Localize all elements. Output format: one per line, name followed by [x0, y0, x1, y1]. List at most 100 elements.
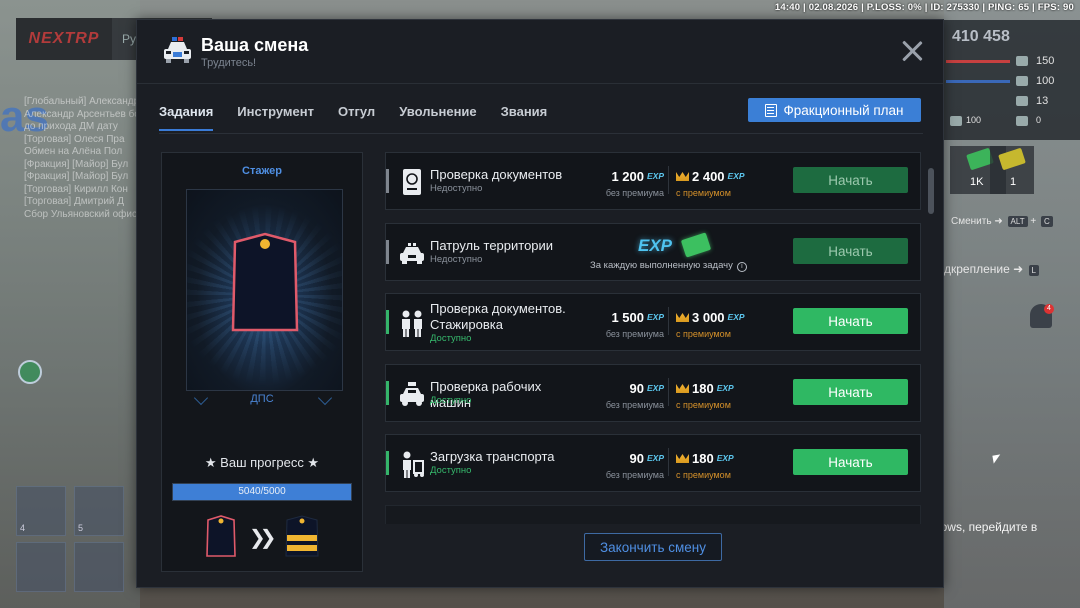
- tab-ranks[interactable]: Звания: [501, 104, 548, 131]
- notification-count-badge: 4: [1044, 304, 1054, 314]
- premium-reward-value: 3 000: [692, 310, 725, 325]
- document-list-icon: [765, 103, 778, 117]
- inventory-slot: [16, 542, 66, 592]
- premium-reward-caption: с премиумом: [676, 188, 731, 198]
- task-row-partial: [385, 505, 921, 524]
- task-row: Проверка рабочих машин Доступно 90 EXP бе…: [385, 364, 921, 422]
- base-reward-caption: без премиума: [605, 400, 664, 410]
- inventory-slot: 5: [74, 486, 124, 536]
- start-task-button[interactable]: Начать: [793, 379, 908, 405]
- armor-value: 100: [1036, 75, 1055, 87]
- chat-line: [Торговая] Олеся Пра: [24, 133, 125, 145]
- faction-plan-button[interactable]: Фракционный план: [748, 98, 921, 122]
- rank-progress-text: 5040/5000: [238, 486, 286, 497]
- health-bar: [946, 60, 1010, 63]
- close-icon[interactable]: [901, 40, 923, 62]
- status-bar: 14:40 | 02.08.2026 | P.LOSS: 0% | ID: 27…: [774, 2, 1074, 13]
- chat-log: [Глобальный] Александр Александр Арсентье…: [24, 96, 144, 221]
- current-rank-icon: [206, 515, 236, 557]
- modal-title: Ваша смена: [201, 35, 309, 55]
- server-logo-text: NEXTRP: [28, 30, 100, 47]
- police-car-icon: [398, 238, 426, 268]
- chat-line: [Торговая] Кирилл Кон: [24, 183, 128, 195]
- base-reward-value: 90: [629, 451, 644, 466]
- base-reward-caption: без премиума: [605, 329, 664, 339]
- chat-line: Сбор Ульяновский офис: [24, 208, 137, 220]
- tabs-divider: [159, 133, 923, 134]
- exp-tag: EXP: [727, 171, 745, 181]
- premium-reward-caption: с премиумом: [676, 329, 731, 339]
- key-c: C: [1040, 216, 1053, 227]
- rank-panel: Стажер ДПС ★ Ваш прогресс ★ 5040/5000 ❯❯: [161, 152, 363, 572]
- crown-icon: [676, 384, 689, 393]
- task-status: Недоступно: [430, 183, 483, 194]
- start-task-button[interactable]: Начать: [793, 449, 908, 475]
- base-reward: 1 500 EXP без премиума: [590, 309, 664, 339]
- cash-value: 1K: [970, 176, 984, 188]
- tab-dismissal[interactable]: Увольнение: [399, 104, 476, 131]
- tab-day-off[interactable]: Отгул: [338, 104, 375, 131]
- tab-tasks[interactable]: Задания: [159, 104, 214, 131]
- hunger-icon: [1016, 96, 1028, 106]
- chat-line: [Фракция] [Майор] Бул: [24, 158, 129, 170]
- rank-department: ДПС: [250, 393, 274, 405]
- chat-line: до прихода ДМ дату: [24, 121, 118, 132]
- chat-line: Обмен на Алёна Пол: [24, 146, 123, 157]
- exp-tag: EXP: [646, 171, 664, 181]
- premium-reward: 180 EXP с премиумом: [676, 380, 734, 410]
- task-name: Проверка документов. Стажировка: [430, 301, 566, 332]
- task-row: Патруль территории Недоступно EXP За каж…: [385, 223, 921, 281]
- faction-plan-label: Фракционный план: [783, 102, 904, 118]
- wanted-value: 0: [1036, 115, 1042, 125]
- info-icon[interactable]: i: [736, 262, 747, 272]
- premium-reward-caption: с премиумом: [676, 470, 731, 480]
- mouse-cursor: [992, 454, 1002, 464]
- start-task-button[interactable]: Начать: [793, 308, 908, 334]
- health-value: 150: [1036, 55, 1055, 67]
- crown-icon: [676, 172, 689, 181]
- chat-line: [Глобальный] Александр: [24, 96, 140, 107]
- task-list-scrollbar[interactable]: [928, 168, 934, 214]
- reward-divider: [668, 307, 669, 335]
- premium-reward-caption: с премиумом: [676, 400, 731, 410]
- task-status-marker: [386, 169, 389, 193]
- wanted-shield-icon: [1016, 116, 1028, 126]
- task-status: Доступно: [430, 333, 472, 344]
- passport-icon: [398, 167, 426, 197]
- chat-line: [Фракция] [Майор] Бул: [24, 171, 129, 182]
- per-task-caption-text: За каждую выполненную задачу: [590, 260, 733, 271]
- finish-shift-button[interactable]: Закончить смену: [584, 533, 722, 561]
- premium-reward-value: 180: [692, 381, 714, 396]
- rank-card: [186, 189, 343, 391]
- reinforce-hint: дкрепление ➜ L: [944, 262, 1039, 276]
- rank-progress-bar: 5040/5000: [172, 483, 352, 501]
- task-status-marker: [386, 240, 389, 264]
- change-hint: Сменить ➜ ALT + C: [951, 216, 1053, 227]
- inventory-slot: [74, 542, 124, 592]
- exp-tag: EXP: [646, 453, 664, 463]
- green-zone-icon: [18, 360, 42, 384]
- task-name: Загрузка транспорта: [430, 449, 555, 464]
- modal-tabs: Задания Инструмент Отгул Увольнение Зван…: [159, 104, 571, 131]
- key-alt: ALT: [1007, 216, 1028, 227]
- chat-line: Александр Арсентьев бо: [24, 108, 140, 120]
- reward-divider: [668, 166, 669, 194]
- premium-reward-value: 180: [692, 451, 714, 466]
- task-status-marker: [386, 451, 389, 475]
- bank-slot: 1: [990, 146, 1034, 194]
- premium-reward-value: 2 400: [692, 169, 725, 184]
- task-row: Проверка документов Недоступно 1 200 EXP …: [385, 152, 921, 210]
- exp-tag: EXP: [646, 312, 664, 322]
- task-status-marker: [386, 381, 389, 405]
- rank-up-arrows-icon: ❯❯: [249, 525, 276, 549]
- modal-subtitle: Трудитесь!: [201, 57, 257, 69]
- start-task-button[interactable]: Начать: [793, 238, 908, 264]
- base-reward-value: 1 500: [611, 310, 644, 325]
- task-status-marker: [386, 310, 389, 334]
- start-task-button[interactable]: Начать: [793, 167, 908, 193]
- modal-header: Ваша смена Трудитесь!: [137, 20, 943, 84]
- tab-tools[interactable]: Инструмент: [237, 104, 314, 131]
- rank-title: Стажер: [242, 165, 282, 177]
- money-reward-icon: [680, 232, 712, 258]
- base-reward-caption: без премиума: [605, 188, 664, 198]
